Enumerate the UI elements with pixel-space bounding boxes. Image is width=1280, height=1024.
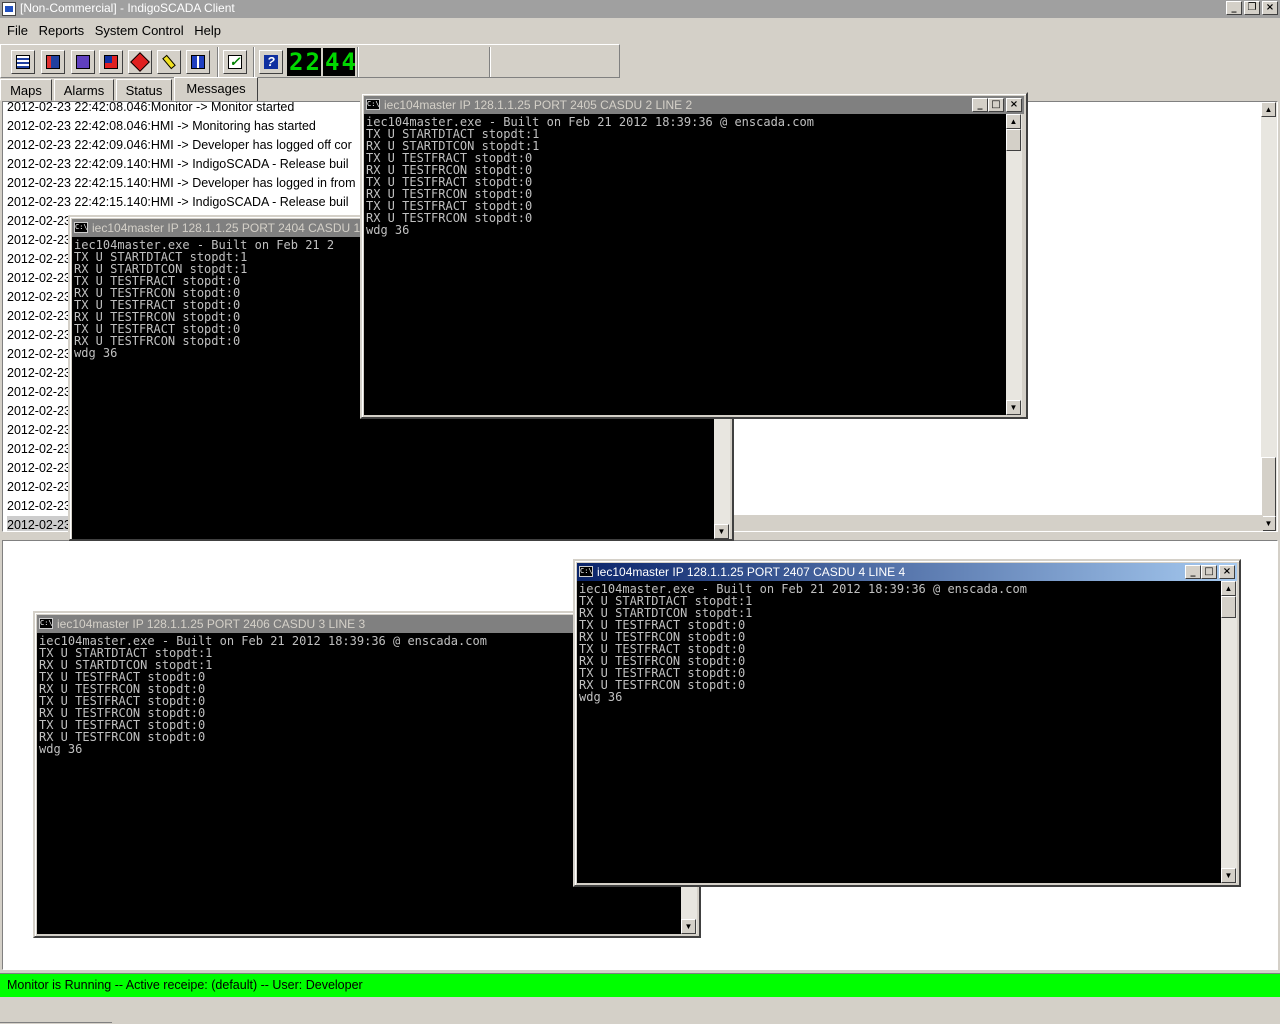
window-title: [Non-Commercial] - IndigoSCADA Client [20,1,235,15]
close-button[interactable]: × [1262,1,1278,15]
scroll-down-button[interactable]: ▼ [1006,400,1021,415]
restore-button[interactable]: ❐ [1244,1,1260,15]
menu-bar: File Reports System Control Help [0,20,1280,42]
console-title: iec104master IP 128.1.1.25 PORT 2406 CAS… [57,617,366,631]
pen-icon [162,54,176,70]
check-icon: ✓ [228,54,242,69]
menu-reports[interactable]: Reports [39,20,85,38]
status-text: Monitor is Running -- Active receipe: (d… [7,978,363,992]
close-button[interactable]: × [1219,565,1235,579]
message-row[interactable]: 2012-02-23 22:42:08.046:Monitor -> Monit… [7,102,355,117]
scroll-thumb[interactable] [1221,596,1236,618]
chart-tool-button[interactable] [11,50,35,74]
console-title: iec104master IP 128.1.1.25 PORT 2407 CAS… [597,565,906,579]
minimize-button[interactable]: _ [1185,565,1201,579]
message-row[interactable]: 2012-02-23 22:42:15.140:HMI -> IndigoSCA… [7,193,355,212]
message-row[interactable]: 2012-02-23 22:42:15.140:HMI -> Developer… [7,174,355,193]
tab-status[interactable]: Status [116,79,172,101]
status-bar: Monitor is Running -- Active receipe: (d… [0,973,1280,997]
export-tool-button[interactable] [41,50,65,74]
maximize-button[interactable]: □ [988,98,1004,112]
console-title: iec104master IP 128.1.1.25 PORT 2404 CAS… [92,221,361,235]
console-icon: C:\ [39,618,53,629]
console-scrollbar[interactable]: ▲ ▼ [1006,114,1022,415]
console-icon: C:\ [579,566,593,577]
console-title: iec104master IP 128.1.1.25 PORT 2405 CAS… [384,98,693,112]
message-row[interactable]: 2012-02-23 22:42:08.046:HMI -> Monitorin… [7,117,355,136]
config-tool-button[interactable] [99,50,123,74]
scroll-down-button[interactable]: ▼ [714,524,729,539]
menu-help[interactable]: Help [194,20,221,38]
console-output: iec104master.exe - Built on Feb 21 2012 … [577,581,1221,883]
message-scrollbar[interactable]: ▲ ▼ [1261,102,1277,531]
help-icon: ? [264,55,278,69]
menu-system-control[interactable]: System Control [95,20,184,38]
stop-tool-button[interactable] [128,50,152,74]
close-button[interactable]: × [1006,98,1022,112]
stop-icon [130,52,150,72]
message-row[interactable]: 2012-02-23 22:42:09.046:HMI -> Developer… [7,136,355,155]
message-row[interactable]: 2012-02-23 22:42:09.140:HMI -> IndigoSCA… [7,155,355,174]
console-icon: C:\ [366,99,380,110]
scroll-down-button[interactable]: ▼ [1221,868,1236,883]
scroll-up-button[interactable]: ▲ [1006,114,1021,129]
clock-minutes: 44 [323,48,358,76]
scroll-down-button[interactable]: ▼ [1261,516,1276,531]
console-icon: C:\ [74,222,88,233]
acknowledge-tool-button[interactable]: ✓ [223,50,247,74]
help-tool-button[interactable]: ? [259,50,283,74]
import-tool-button[interactable] [71,50,95,74]
scroll-thumb[interactable] [1006,129,1021,151]
pause-icon [191,55,205,69]
console-window-2407[interactable]: C:\ iec104master IP 128.1.1.25 PORT 2407… [573,559,1241,887]
clock-hours: 22 [287,48,322,76]
minimize-button[interactable]: _ [972,98,988,112]
tab-alarms[interactable]: Alarms [54,79,114,101]
maximize-button[interactable]: □ [1201,565,1217,579]
console-scrollbar[interactable]: ▲ ▼ [1221,581,1237,883]
console-window-2405[interactable]: C:\ iec104master IP 128.1.1.25 PORT 2405… [360,92,1028,419]
config-icon [104,55,118,69]
console-title-bar[interactable]: C:\ iec104master IP 128.1.1.25 PORT 2405… [364,96,1024,114]
scroll-down-button[interactable]: ▼ [681,919,696,934]
console-output: iec104master.exe - Built on Feb 21 2012 … [364,114,1006,415]
pause-tool-button[interactable] [186,50,210,74]
main-title-bar[interactable]: [Non-Commercial] - IndigoSCADA Client _ … [0,0,1280,18]
pen-tool-button[interactable] [157,50,181,74]
tab-maps[interactable]: Maps [0,79,52,101]
scroll-up-button[interactable]: ▲ [1261,102,1276,117]
minimize-button[interactable]: _ [1226,1,1242,15]
toolbar: ✓ ? 22 44 [0,44,620,78]
import-icon [76,55,90,69]
scroll-thumb[interactable] [1261,457,1276,517]
scroll-up-button[interactable]: ▲ [1221,581,1236,596]
app-icon[interactable] [2,2,16,16]
chart-icon [16,55,30,69]
divider [0,1022,112,1023]
tab-messages[interactable]: Messages [174,77,258,101]
tab-bar: Maps Alarms Status Messages [0,77,260,101]
menu-file[interactable]: File [7,20,28,38]
export-icon [46,55,60,69]
console-title-bar[interactable]: C:\ iec104master IP 128.1.1.25 PORT 2407… [577,563,1237,581]
horizontal-scroll-area[interactable] [718,515,1263,531]
